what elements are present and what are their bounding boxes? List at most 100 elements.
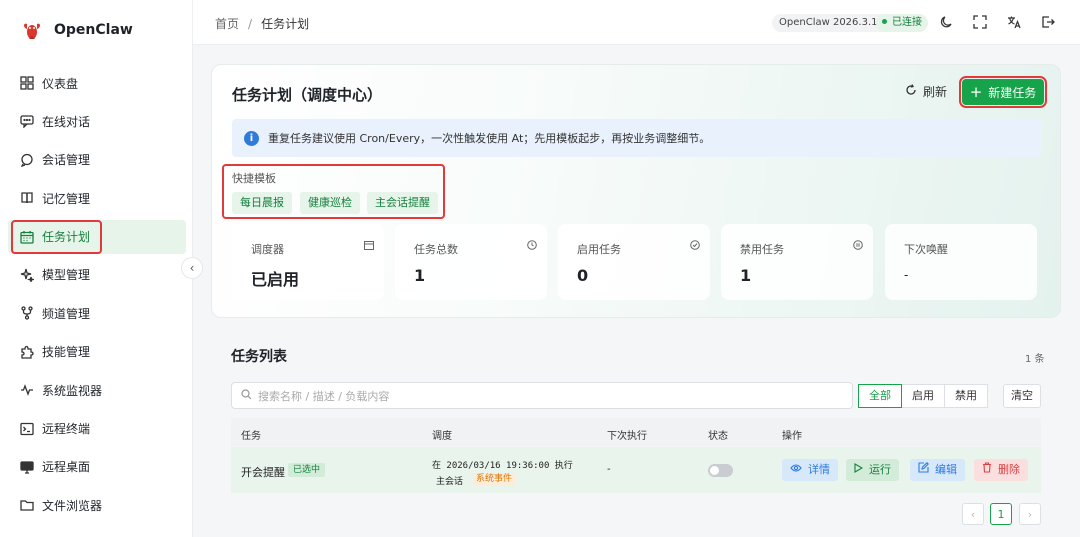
refresh-icon — [905, 84, 917, 99]
system-event-badge: 系统事件 — [473, 473, 516, 486]
sidebar-item-models[interactable]: 模型管理 — [8, 258, 186, 292]
folder-icon — [19, 497, 35, 513]
stat-label: 任务总数 — [414, 243, 458, 256]
details-button[interactable]: 详情 — [782, 459, 838, 481]
edit-icon — [918, 459, 929, 481]
dark-mode-icon[interactable] — [939, 14, 955, 30]
column-header: 下次执行 — [607, 431, 647, 442]
sidebar-item-chat[interactable]: 在线对话 — [8, 104, 186, 138]
sidebar-nav: 仪表盘 在线对话 会话管理 记忆管理 任务计划 模型管理 频道管理 技能管理 系… — [8, 66, 186, 527]
delete-label: 删除 — [998, 463, 1020, 476]
sidebar-item-label: 会话管理 — [42, 153, 91, 168]
trash-icon — [982, 459, 992, 481]
filter-all[interactable]: 全部 — [858, 384, 902, 408]
new-task-button[interactable]: + 新建任务 — [959, 76, 1047, 108]
eye-icon — [790, 459, 802, 481]
delete-button[interactable]: 删除 — [974, 459, 1028, 481]
template-session-reminder-button[interactable]: 主会话提醒 — [367, 192, 438, 214]
template-health-check-button[interactable]: 健康巡检 — [300, 192, 360, 214]
search-icon — [241, 388, 252, 403]
chat-icon — [19, 113, 35, 129]
app-logo[interactable]: OpenClaw — [20, 18, 133, 42]
fullscreen-icon[interactable] — [972, 14, 988, 30]
schedule-center-card: 任务计划（调度中心） 刷新 + 新建任务 i 重复任务建议使用 Cron/Every… — [211, 64, 1061, 318]
stat-label: 禁用任务 — [740, 243, 784, 256]
pagination-next-button[interactable]: › — [1019, 503, 1041, 525]
sidebar-item-label: 远程桌面 — [42, 460, 91, 475]
highlight-outline — [11, 219, 102, 254]
clear-button[interactable]: 清空 — [1003, 384, 1041, 408]
sidebar-item-dashboard[interactable]: 仪表盘 — [8, 66, 186, 100]
sidebar-item-skills[interactable]: 技能管理 — [8, 335, 186, 369]
sidebar-item-label: 文件浏览器 — [42, 498, 103, 513]
breadcrumb-home[interactable]: 首页 — [215, 17, 239, 31]
breadcrumb: 首页 / 任务计划 — [215, 15, 309, 32]
info-banner: i 重复任务建议使用 Cron/Every，一次性触发使用 At；先用模板起步，再… — [232, 119, 1042, 157]
book-icon — [19, 190, 35, 206]
puzzle-icon — [19, 344, 35, 360]
branch-icon — [19, 305, 35, 321]
template-daily-report-button[interactable]: 每日晨报 — [232, 192, 292, 214]
new-task-label: 新建任务 — [988, 85, 1037, 100]
stat-label: 启用任务 — [577, 243, 621, 256]
dashboard-icon — [19, 75, 35, 91]
sidebar-item-terminal[interactable]: 远程终端 — [8, 412, 186, 446]
connection-status-label: 已连接 — [892, 17, 922, 28]
stat-card-total-tasks: 任务总数 1 — [395, 224, 547, 300]
stat-card-scheduler: 调度器 已启用 — [232, 224, 384, 300]
sidebar-item-memory[interactable]: 记忆管理 — [8, 181, 186, 215]
collapse-sidebar-button[interactable]: ‹ — [181, 257, 203, 279]
pause-circle-icon — [853, 240, 863, 253]
app-name: OpenClaw — [54, 22, 133, 38]
column-header: 调度 — [432, 431, 452, 442]
connection-status-badge: 已连接 — [876, 14, 928, 32]
session-icon — [19, 152, 35, 168]
info-icon: i — [244, 130, 259, 146]
search-input[interactable]: 搜索名称 / 描述 / 负载内容 — [231, 382, 853, 409]
logout-icon[interactable] — [1040, 14, 1056, 30]
stat-value: 1 — [740, 266, 752, 285]
task-schedule: 在 2026/03/16 19:36:00 执行 — [432, 461, 573, 471]
stat-label: 调度器 — [251, 243, 284, 256]
stat-value: 1 — [414, 266, 426, 285]
refresh-label: 刷新 — [923, 85, 948, 99]
filter-disabled[interactable]: 禁用 — [944, 384, 988, 408]
breadcrumb-separator: / — [248, 17, 253, 31]
clock-icon — [527, 240, 537, 253]
translate-icon[interactable] — [1006, 14, 1022, 30]
status-dot-icon — [882, 19, 887, 24]
version-badge: OpenClaw 2026.3.13 — [772, 14, 891, 32]
pagination-prev-button[interactable]: ‹ — [962, 503, 984, 525]
templates-label: 快捷模板 — [232, 172, 276, 185]
breadcrumb-current: 任务计划 — [261, 17, 310, 31]
sidebar-item-files[interactable]: 文件浏览器 — [8, 488, 186, 522]
sidebar-item-label: 仪表盘 — [42, 76, 79, 91]
page-title: 任务计划（调度中心） — [232, 86, 383, 104]
edit-label: 编辑 — [935, 463, 957, 476]
sidebar-item-label: 模型管理 — [42, 268, 91, 283]
table-row[interactable]: 开会提醒 已选中 在 2026/03/16 19:36:00 执行 主会话 系统… — [231, 447, 1041, 493]
run-button[interactable]: 运行 — [846, 459, 899, 481]
sidebar-item-label: 远程终端 — [42, 422, 91, 437]
edit-button[interactable]: 编辑 — [910, 459, 965, 481]
status-filter: 全部 启用 禁用 — [858, 384, 988, 408]
stat-label: 下次唤醒 — [904, 243, 948, 256]
task-next-run: - — [607, 464, 611, 475]
sparkle-icon — [19, 267, 35, 283]
task-enable-toggle[interactable] — [708, 464, 733, 477]
pagination-page-1[interactable]: 1 — [990, 503, 1012, 525]
column-header: 操作 — [782, 431, 802, 442]
monitor-icon — [19, 459, 35, 475]
filter-enabled[interactable]: 启用 — [901, 384, 945, 408]
sidebar-item-channels[interactable]: 频道管理 — [8, 296, 186, 330]
sidebar-item-remote-desktop[interactable]: 远程桌面 — [8, 450, 186, 484]
sidebar: OpenClaw 仪表盘 在线对话 会话管理 记忆管理 任务计划 模型管理 频道… — [0, 0, 193, 537]
refresh-button[interactable]: 刷新 — [905, 83, 947, 100]
pulse-icon — [19, 382, 35, 398]
sidebar-item-monitor[interactable]: 系统监视器 — [8, 373, 186, 407]
play-icon — [854, 459, 864, 481]
stat-card-disabled-tasks: 禁用任务 1 — [721, 224, 873, 300]
sidebar-item-sessions[interactable]: 会话管理 — [8, 143, 186, 177]
sidebar-item-tasks[interactable]: 任务计划 — [8, 219, 186, 254]
search-placeholder: 搜索名称 / 描述 / 负载内容 — [258, 389, 390, 403]
